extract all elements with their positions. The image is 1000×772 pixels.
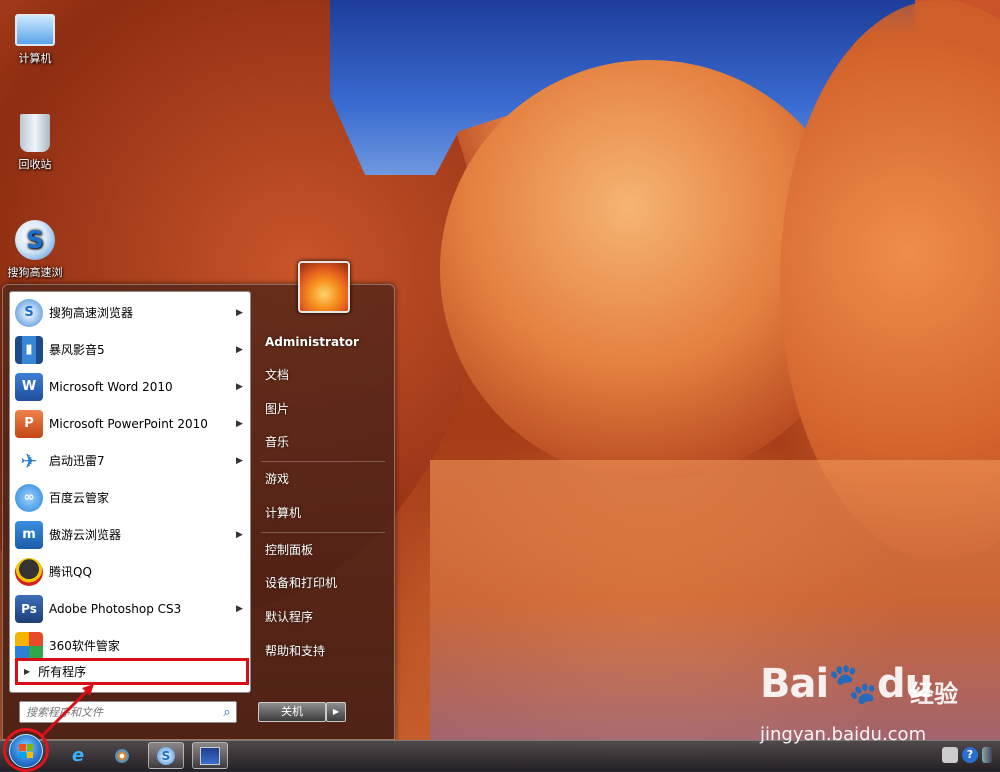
program-label: 傲游云浏览器 xyxy=(49,528,122,542)
link-documents[interactable]: 文档 xyxy=(261,362,387,389)
shutdown-button[interactable]: 关机 xyxy=(258,702,326,722)
submenu-arrow-icon: ▶ xyxy=(236,455,243,466)
baidu-jingyan-watermark: Bai🐾du 经验 jingyan.baidu.com xyxy=(760,660,1000,750)
program-label: 暴风影音5 xyxy=(49,343,105,357)
program-label: 搜狗高速浏览器 xyxy=(49,306,134,320)
submenu-arrow-icon: ▶ xyxy=(236,418,243,429)
taskbar-media-button[interactable] xyxy=(104,742,140,769)
program-item-thunder[interactable]: ✈ 启动迅雷7 ▶ xyxy=(12,443,248,478)
link-games[interactable]: 游戏 xyxy=(261,466,387,493)
watermark-cn-text: 经验 xyxy=(910,680,958,708)
media-player-icon xyxy=(115,748,129,763)
triangle-right-icon: ▶ xyxy=(332,707,340,716)
submenu-arrow-icon: ▶ xyxy=(236,529,243,540)
user-avatar[interactable] xyxy=(298,261,350,313)
360-icon xyxy=(15,631,43,660)
programs-pane: S 搜狗高速浏览器 ▶ ▮ 暴风影音5 ▶ W Microsoft Word 2… xyxy=(9,291,251,693)
submenu-arrow-icon: ▶ xyxy=(236,603,243,614)
search-icon[interactable]: ⌕ xyxy=(218,705,236,720)
triangle-right-icon: ▶ xyxy=(24,667,31,676)
shutdown-options-button[interactable]: ▶ xyxy=(326,702,346,722)
watermark-logo: Bai🐾du xyxy=(760,660,933,707)
submenu-arrow-icon: ▶ xyxy=(236,381,243,392)
program-item-powerpoint[interactable]: P Microsoft PowerPoint 2010 ▶ xyxy=(12,406,248,441)
start-menu: S 搜狗高速浏览器 ▶ ▮ 暴风影音5 ▶ W Microsoft Word 2… xyxy=(2,261,395,740)
qq-icon xyxy=(15,557,43,586)
sogou-browser-icon: S xyxy=(15,220,55,260)
program-item-photoshop[interactable]: Ps Adobe Photoshop CS3 ▶ xyxy=(12,591,248,626)
taskbar-window-button[interactable] xyxy=(192,742,228,769)
desktop-icon-label: 计算机 xyxy=(18,52,52,65)
program-label: 360软件管家 xyxy=(49,639,120,653)
desktop-icon-label: 搜狗高速浏 xyxy=(7,266,63,279)
program-item-baidu-cloud[interactable]: ∞ 百度云管家 xyxy=(12,480,248,515)
submenu-arrow-icon: ▶ xyxy=(236,344,243,355)
taskbar-sogou-button[interactable]: S xyxy=(148,742,184,769)
start-button-highlight xyxy=(3,728,49,772)
divider xyxy=(261,532,385,533)
link-default-programs[interactable]: 默认程序 xyxy=(261,604,387,631)
window-icon xyxy=(200,746,220,765)
computer-icon xyxy=(15,14,55,46)
recycle-bin-icon xyxy=(20,114,50,152)
program-label: Microsoft Word 2010 xyxy=(49,379,173,394)
link-user[interactable]: Administrator xyxy=(261,329,387,356)
paw-icon: 🐾 xyxy=(828,661,878,707)
desktop-icon-computer[interactable]: 计算机 xyxy=(0,10,70,66)
program-label: 腾讯QQ xyxy=(49,565,92,579)
program-label: 启动迅雷7 xyxy=(49,454,105,468)
program-item-sogou[interactable]: S 搜狗高速浏览器 ▶ xyxy=(12,295,248,330)
thunder-icon: ✈ xyxy=(20,448,38,473)
divider xyxy=(261,461,385,462)
desktop-icon-label: 回收站 xyxy=(18,158,52,171)
link-computer[interactable]: 计算机 xyxy=(261,500,387,527)
link-music[interactable]: 音乐 xyxy=(261,429,387,456)
program-item-baofeng[interactable]: ▮ 暴风影音5 ▶ xyxy=(12,332,248,367)
sogou-browser-icon: S xyxy=(157,746,175,765)
watermark-url: jingyan.baidu.com xyxy=(760,724,927,745)
annotation-arrow xyxy=(40,684,94,738)
sogou-browser-icon: S xyxy=(15,298,43,327)
program-label: Adobe Photoshop CS3 xyxy=(49,601,182,616)
all-programs-label: 所有程序 xyxy=(38,665,87,679)
submenu-arrow-icon: ▶ xyxy=(236,307,243,318)
watermark-logo-text: Bai xyxy=(760,661,829,707)
program-item-word[interactable]: W Microsoft Word 2010 ▶ xyxy=(12,369,248,404)
program-item-maxthon[interactable]: m 傲游云浏览器 ▶ xyxy=(12,517,248,552)
word-icon: W xyxy=(15,372,43,401)
link-control-panel[interactable]: 控制面板 xyxy=(261,537,387,564)
program-item-qq[interactable]: 腾讯QQ xyxy=(12,554,248,589)
photoshop-icon: Ps xyxy=(15,594,43,623)
program-label: Microsoft PowerPoint 2010 xyxy=(49,416,208,431)
link-help[interactable]: 帮助和支持 xyxy=(261,638,387,665)
taskbar-ie-button[interactable]: e xyxy=(60,742,96,769)
link-pictures[interactable]: 图片 xyxy=(261,396,387,423)
link-devices-printers[interactable]: 设备和打印机 xyxy=(261,570,387,597)
desktop-icon-sogou[interactable]: S 搜狗高速浏 xyxy=(0,220,70,280)
maxthon-icon: m xyxy=(15,520,43,549)
program-label: 百度云管家 xyxy=(49,491,110,505)
powerpoint-icon: P xyxy=(15,409,43,438)
desktop-icon-recycle-bin[interactable]: 回收站 xyxy=(0,114,70,172)
baofeng-icon: ▮ xyxy=(15,335,43,364)
internet-explorer-icon: e xyxy=(71,745,85,766)
baidu-cloud-icon: ∞ xyxy=(15,483,43,512)
